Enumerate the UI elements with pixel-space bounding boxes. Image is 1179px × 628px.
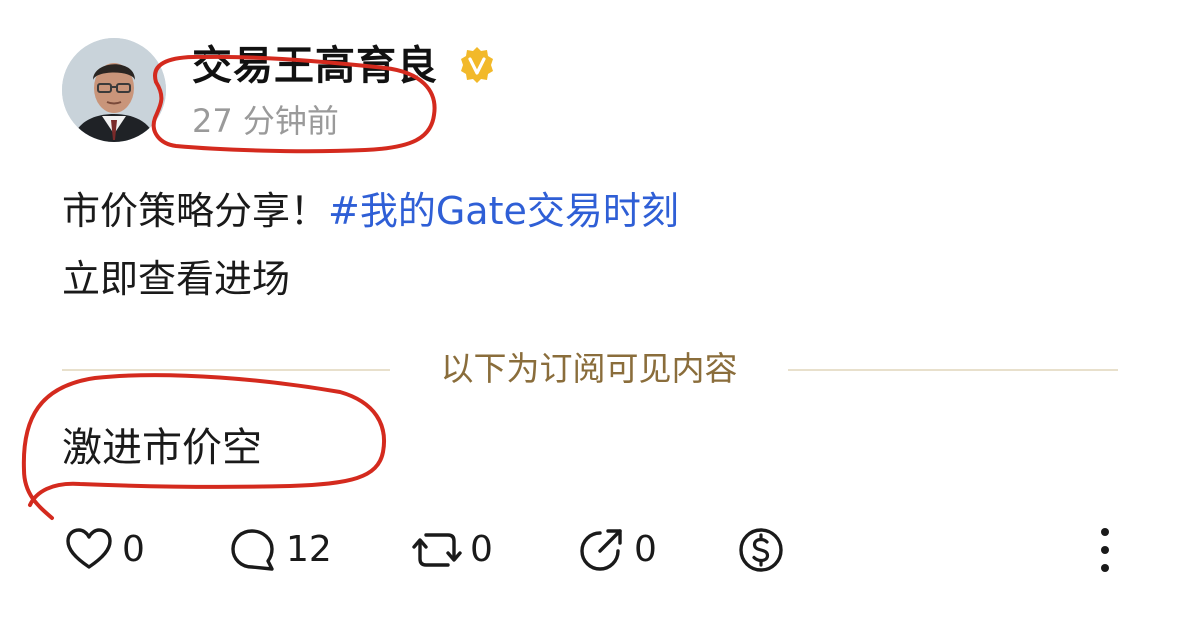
subscriber-content: 激进市价空	[62, 425, 262, 471]
post-text: 市价策略分享！	[62, 189, 329, 233]
like-count: 0	[122, 529, 145, 570]
divider-left	[62, 369, 390, 371]
share-count: 0	[634, 529, 657, 570]
post-timestamp: 27 分钟前	[192, 102, 339, 140]
hashtag-link[interactable]: #我的Gate交易时刻	[328, 189, 679, 233]
heart-icon	[66, 528, 112, 569]
author-name[interactable]: 交易王高育良	[192, 40, 438, 92]
dollar-coin-icon	[739, 528, 783, 572]
share-button[interactable]: 0	[576, 524, 657, 576]
tip-button[interactable]	[736, 524, 786, 576]
divider-right	[788, 369, 1118, 371]
verified-badge-icon	[461, 47, 493, 83]
post-text-line-2: 立即查看进场	[62, 257, 291, 301]
more-options-button[interactable]	[1080, 524, 1130, 576]
comment-bubble-icon	[231, 529, 274, 571]
subscription-divider-label: 以下为订阅可见内容	[440, 349, 738, 388]
like-button[interactable]: 0	[64, 524, 145, 576]
post-text-line-1: 市价策略分享！#我的Gate交易时刻	[62, 186, 679, 236]
repost-count: 0	[470, 529, 493, 570]
author-avatar[interactable]	[62, 38, 166, 142]
repost-icon	[412, 533, 462, 567]
repost-button[interactable]: 0	[412, 524, 493, 576]
more-vertical-icon	[1101, 528, 1109, 572]
comment-button[interactable]: 12	[228, 524, 332, 576]
comment-count: 12	[286, 529, 332, 570]
share-arrow-icon	[580, 529, 622, 571]
